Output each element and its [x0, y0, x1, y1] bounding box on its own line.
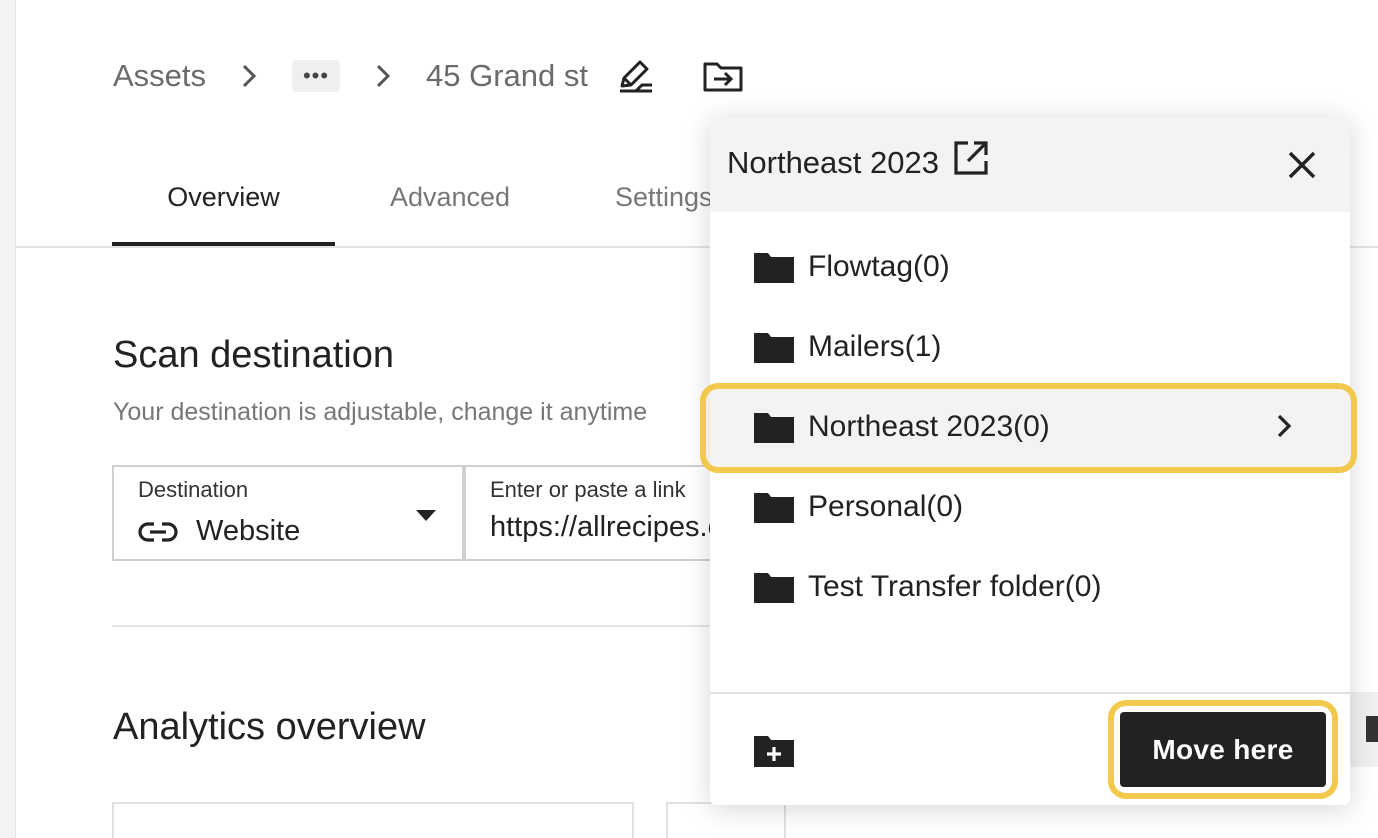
dialog-header: Northeast 2023: [710, 117, 1350, 212]
chevron-right-icon[interactable]: [1276, 413, 1292, 439]
scan-destination-title: Scan destination: [113, 334, 394, 376]
folder-item-label: Mailers(1): [808, 330, 942, 363]
link-icon: [138, 521, 178, 543]
tab-settings[interactable]: Settings: [565, 170, 715, 246]
close-button[interactable]: [1282, 145, 1322, 185]
destination-value: Website: [196, 515, 301, 547]
move-here-button[interactable]: Move here: [1120, 712, 1326, 787]
analytics-overview-title: Analytics overview: [113, 706, 426, 748]
folder-item-label: Test Transfer folder(0): [808, 570, 1102, 603]
folder-icon: [754, 491, 794, 523]
dialog-title: Northeast 2023: [727, 145, 939, 180]
folder-item-personal[interactable]: Personal(0): [710, 467, 1350, 547]
folder-item-label: Flowtag(0): [808, 250, 950, 283]
move-to-folder-dialog: Northeast 2023 Flowtag(0) Mailers(1) Nor…: [700, 117, 1357, 805]
folder-item-label: Northeast 2023(0): [808, 410, 1050, 443]
breadcrumb: Assets ••• 45 Grand st: [113, 56, 744, 96]
folder-icon: [754, 331, 794, 363]
folder-list: Flowtag(0) Mailers(1) Northeast 2023(0) …: [700, 227, 1357, 627]
destination-select[interactable]: Destination Website: [112, 465, 464, 561]
tab-bar: Overview Advanced Settings: [112, 170, 715, 248]
breadcrumb-current: 45 Grand st: [426, 58, 589, 93]
edit-icon[interactable]: [616, 58, 656, 94]
new-folder-icon: [753, 734, 795, 768]
folder-icon: [754, 571, 794, 603]
breadcrumb-ellipsis-button[interactable]: •••: [292, 60, 341, 92]
tab-overview[interactable]: Overview: [112, 170, 335, 246]
folder-item-flowtag[interactable]: Flowtag(0): [710, 227, 1350, 307]
section-divider: [112, 625, 732, 627]
open-external-icon[interactable]: [953, 140, 989, 176]
link-input-label: Enter or paste a link: [490, 477, 686, 502]
left-rail: [0, 0, 16, 838]
folder-item-label: Personal(0): [808, 490, 964, 523]
dialog-footer-divider: [710, 692, 1350, 694]
folder-item-test-transfer[interactable]: Test Transfer folder(0): [710, 547, 1350, 627]
caret-down-icon: [416, 509, 436, 527]
close-icon: [1288, 151, 1316, 179]
destination-label: Destination: [138, 477, 249, 502]
move-folder-icon[interactable]: [702, 59, 744, 93]
scan-destination-subtitle: Your destination is adjustable, change i…: [113, 398, 648, 426]
chart-toggle-button[interactable]: [1350, 692, 1378, 767]
tab-advanced[interactable]: Advanced: [335, 170, 565, 246]
bar-chart-icon: [1366, 716, 1378, 742]
analytics-card: [666, 802, 786, 838]
chevron-right-icon: [340, 63, 426, 89]
folder-item-mailers[interactable]: Mailers(1): [710, 307, 1350, 387]
folder-item-northeast-2023[interactable]: Northeast 2023(0): [700, 383, 1357, 473]
folder-icon: [754, 411, 794, 443]
folder-icon: [754, 251, 794, 283]
new-folder-button[interactable]: [752, 733, 796, 769]
breadcrumb-assets-link[interactable]: Assets: [113, 58, 206, 94]
analytics-card: [112, 802, 634, 838]
chevron-right-icon: [206, 63, 292, 89]
